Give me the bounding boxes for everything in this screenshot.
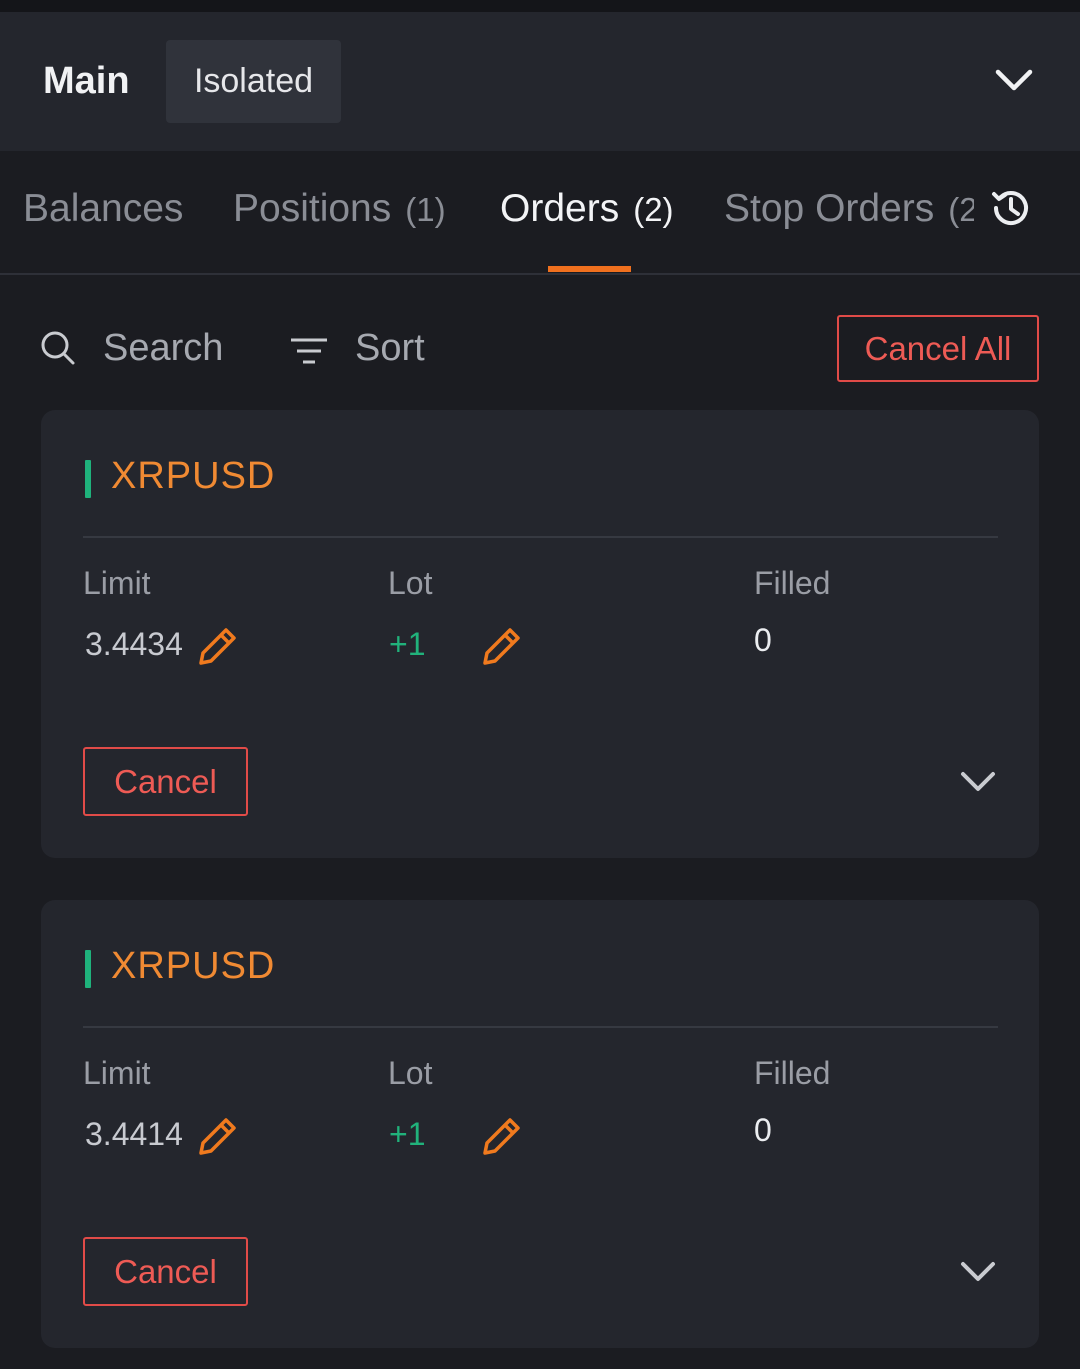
cancel-all-button[interactable]: Cancel All — [837, 315, 1039, 382]
tab-bar: Balances Positions (1) Orders (2) Stop Ord… — [0, 151, 1080, 275]
tab-positions[interactable]: Positions (1) — [233, 187, 446, 231]
lot-label: Lot — [388, 1055, 433, 1091]
tab-stop-orders-label: Stop Orders — [724, 187, 935, 230]
lot-label: Lot — [388, 565, 433, 601]
status-strip — [0, 0, 1080, 12]
filled-value: 0 — [754, 622, 772, 658]
chevron-down-icon[interactable] — [994, 64, 1034, 96]
tab-orders-count: (2) — [633, 191, 674, 228]
limit-value: 3.4414 — [85, 1116, 183, 1152]
edit-lot-pencil-icon[interactable] — [482, 1116, 522, 1156]
account-header: Main Isolated — [0, 12, 1080, 151]
filled-label: Filled — [754, 565, 831, 601]
account-main-label[interactable]: Main — [43, 60, 130, 103]
tab-orders[interactable]: Orders (2) — [500, 187, 674, 231]
limit-label: Limit — [83, 565, 151, 601]
tab-balances-label: Balances — [23, 187, 184, 230]
tab-positions-label: Positions — [233, 187, 392, 230]
active-tab-indicator — [548, 266, 631, 272]
chevron-down-icon[interactable] — [959, 768, 997, 796]
card-divider — [83, 536, 998, 538]
cancel-order-button[interactable]: Cancel — [83, 1237, 248, 1306]
tab-balances[interactable]: Balances — [23, 187, 183, 231]
filled-label: Filled — [754, 1055, 831, 1091]
tab-orders-label: Orders — [500, 187, 620, 230]
card-divider — [83, 1026, 998, 1028]
limit-label: Limit — [83, 1055, 151, 1091]
cancel-order-button[interactable]: Cancel — [83, 747, 248, 816]
edit-lot-pencil-icon[interactable] — [482, 626, 522, 666]
sort-icon[interactable] — [289, 336, 329, 366]
filled-value: 0 — [754, 1112, 772, 1148]
order-symbol[interactable]: XRPUSD — [111, 945, 275, 988]
side-indicator — [85, 950, 91, 988]
orders-toolbar: Search Sort Cancel All — [0, 310, 1080, 390]
search-icon[interactable] — [40, 330, 76, 366]
tab-positions-count: (1) — [405, 191, 446, 228]
edit-price-pencil-icon[interactable] — [198, 626, 238, 666]
lot-value: +1 — [389, 1116, 426, 1152]
history-icon[interactable] — [988, 185, 1034, 231]
order-card: XRPUSD Limit 3.4434 Lot +1 Filled 0 Canc… — [41, 410, 1039, 858]
search-button[interactable]: Search — [103, 327, 223, 370]
tab-stop-orders-count: (2 — [948, 191, 974, 228]
lot-value: +1 — [389, 626, 426, 662]
tab-stop-orders[interactable]: Stop Orders (2 — [724, 187, 974, 237]
edit-price-pencil-icon[interactable] — [198, 1116, 238, 1156]
limit-value: 3.4434 — [85, 626, 183, 662]
margin-mode-badge[interactable]: Isolated — [166, 40, 341, 123]
sort-button[interactable]: Sort — [355, 327, 425, 370]
chevron-down-icon[interactable] — [959, 1258, 997, 1286]
side-indicator — [85, 460, 91, 498]
order-card: XRPUSD Limit 3.4414 Lot +1 Filled 0 Canc… — [41, 900, 1039, 1348]
order-symbol[interactable]: XRPUSD — [111, 455, 275, 498]
